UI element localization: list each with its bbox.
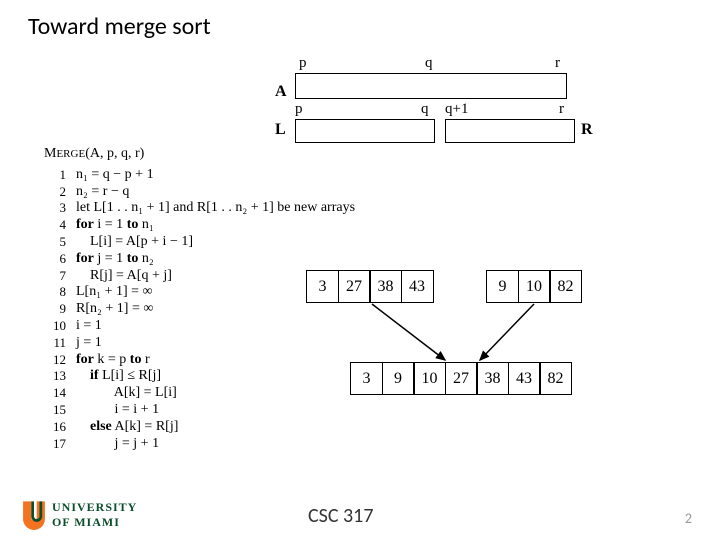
code-l6: for j = 1 to n₂ — [76, 251, 154, 268]
university-logo: UNIVERSITY OF MIAMI — [20, 498, 160, 532]
page-title: Toward merge sort — [28, 12, 211, 41]
merge-result: 3 9 10 27 38 43 82 — [350, 362, 572, 395]
page-number: 2 — [685, 510, 692, 527]
code-l5: L[i] = A[p + i − 1] — [76, 234, 193, 251]
slide: Toward merge sort p q r A p q q+1 r L R … — [0, 0, 720, 540]
label-q-top: q — [425, 55, 433, 72]
code-l15: i = i + 1 — [76, 402, 159, 419]
cell: 27 — [445, 362, 478, 395]
array-A-box — [295, 73, 567, 99]
code-l7: R[j] = A[q + j] — [76, 268, 172, 285]
course-code: CSC 317 — [308, 504, 373, 528]
cell: 82 — [539, 362, 572, 395]
label-A: A — [275, 83, 287, 101]
label-R: R — [581, 121, 593, 139]
u-shield-icon — [20, 500, 48, 530]
cell: 82 — [549, 270, 582, 303]
code-l14: A[k] = L[i] — [76, 385, 177, 402]
cell: 9 — [382, 362, 415, 395]
proc-header: MERGE(A, p, q, r) — [44, 146, 355, 163]
code-l10: i = 1 — [76, 318, 102, 335]
cell: 10 — [518, 270, 551, 303]
code-l9: R[n₂ + 1] = ∞ — [76, 301, 153, 318]
label-L: L — [275, 121, 286, 139]
code-l17: j = j + 1 — [76, 436, 159, 453]
label-p-bot: p — [295, 101, 303, 118]
array-R-box — [445, 119, 575, 143]
cell: 43 — [508, 362, 541, 395]
logo-text-1: UNIVERSITY — [52, 500, 137, 515]
code-l4: for i = 1 to n₁ — [76, 217, 154, 234]
code-l12: for k = p to r — [76, 352, 150, 369]
label-r-top: r — [555, 55, 560, 72]
label-p-top: p — [299, 55, 307, 72]
cell: 3 — [306, 270, 339, 303]
proc-name: MERGE — [44, 146, 85, 161]
proc-args: (A, p, q, r) — [85, 146, 144, 161]
array-L-box — [295, 119, 435, 143]
logo-text-2: OF MIAMI — [52, 515, 120, 530]
cell: 43 — [401, 270, 434, 303]
cell: 27 — [338, 270, 371, 303]
code-l8: L[n₁ + 1] = ∞ — [76, 284, 153, 301]
code-l16: else A[k] = R[j] — [76, 419, 178, 436]
label-q-bot: q — [421, 101, 429, 118]
code-l2: n₂ = r − q — [76, 184, 129, 201]
cell: 10 — [413, 362, 446, 395]
cell: 9 — [486, 270, 519, 303]
merge-source-right: 9 10 82 — [486, 270, 582, 303]
cell: 3 — [350, 362, 383, 395]
merge-source-left: 3 27 38 43 — [306, 270, 434, 303]
label-r-bot: r — [559, 101, 564, 118]
label-q-plus-1: q+1 — [445, 101, 468, 118]
cell: 38 — [369, 270, 402, 303]
code-l3: let L[1 . . n₁ + 1] and R[1 . . n₂ + 1] … — [76, 200, 355, 217]
code-l13: if L[i] ≤ R[j] — [76, 368, 161, 385]
code-l1: n₁ = q − p + 1 — [76, 167, 154, 184]
code-l11: j = 1 — [76, 335, 102, 352]
cell: 38 — [476, 362, 509, 395]
